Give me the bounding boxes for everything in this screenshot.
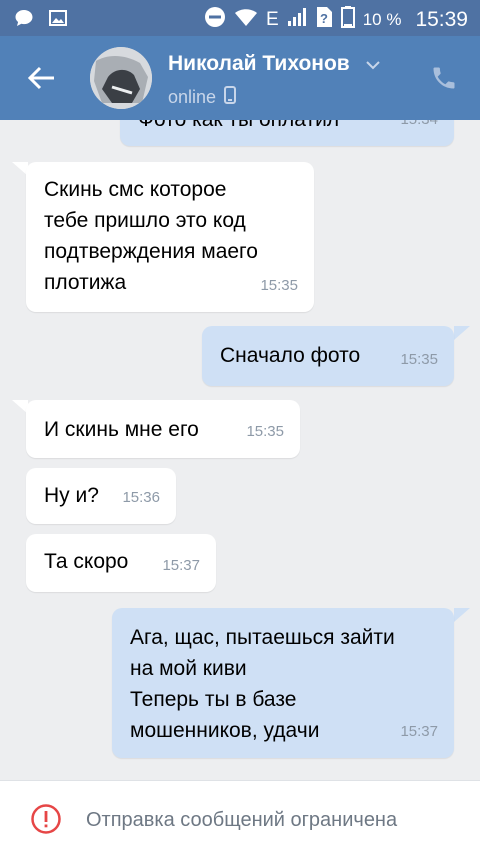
message-bubble-incoming[interactable]: Скинь смс которое тебе пришло это код по… <box>26 162 314 312</box>
avatar[interactable] <box>90 47 152 109</box>
svg-text:?: ? <box>320 11 328 26</box>
message-text: Сначало фото <box>220 344 361 367</box>
online-status: online <box>168 87 217 107</box>
message-bubble-incoming[interactable]: Ну и? 15:36 <box>26 468 176 524</box>
bubble-tail <box>454 608 470 622</box>
conversation-header: Николай Тихонов online <box>0 36 480 120</box>
status-bar: E ? 10 % 15:39 <box>0 0 480 36</box>
message-restriction-bar: Отправка сообщений ограничена <box>0 780 480 855</box>
signal-icon <box>287 7 307 33</box>
chevron-down-icon <box>365 52 380 76</box>
no-sim-icon: ? <box>315 6 333 34</box>
battery-icon <box>340 6 355 34</box>
call-icon[interactable] <box>430 64 458 97</box>
message-bubble-incoming[interactable]: Та скоро 15:37 <box>26 534 216 592</box>
message-bubble-incoming[interactable]: И скинь мне его 15:35 <box>26 400 300 458</box>
message-list[interactable]: Фото как ты оплатил 15:34 Скинь смс кото… <box>0 120 480 780</box>
message-time: 15:36 <box>122 489 160 506</box>
message-text: Скинь смс которое тебе пришло это код по… <box>44 178 258 294</box>
message-time: 15:34 <box>400 120 438 135</box>
restriction-text: Отправка сообщений ограничена <box>86 809 398 831</box>
message-bubble-outgoing[interactable]: Ага, щас, пытаешься зайти на мой киви Те… <box>112 608 454 758</box>
contact-status: online <box>168 86 237 109</box>
chat-bubble-icon <box>14 8 34 33</box>
warning-icon <box>30 803 62 840</box>
clock: 15:39 <box>415 8 468 31</box>
message-text: Ну и? <box>44 484 99 507</box>
message-text: И скинь мне его <box>44 418 199 441</box>
message-time: 15:35 <box>400 351 438 368</box>
battery-percent: 10 % <box>362 10 402 29</box>
message-text: Ага, щас, пытаешься зайти на мой киви Те… <box>130 626 395 742</box>
message-bubble-outgoing[interactable]: Сначало фото 15:35 <box>202 326 454 386</box>
message-bubble-outgoing[interactable]: Фото как ты оплатил 15:34 <box>120 120 454 146</box>
message-time: 15:37 <box>162 557 200 574</box>
contact-name-button[interactable]: Николай Тихонов <box>168 52 380 76</box>
message-time: 15:35 <box>260 277 298 294</box>
message-text: Та скоро <box>44 550 129 573</box>
do-not-disturb-icon <box>204 6 226 34</box>
contact-name: Николай Тихонов <box>168 52 350 75</box>
image-icon <box>48 8 68 33</box>
wifi-icon <box>234 7 258 33</box>
bubble-tail <box>454 326 470 340</box>
network-type: E <box>266 9 279 30</box>
mobile-phone-icon <box>224 86 237 109</box>
back-arrow-icon[interactable] <box>26 64 56 97</box>
message-time: 15:35 <box>246 423 284 440</box>
message-text: Фото как ты оплатил <box>138 120 339 135</box>
message-time: 15:37 <box>400 723 438 740</box>
